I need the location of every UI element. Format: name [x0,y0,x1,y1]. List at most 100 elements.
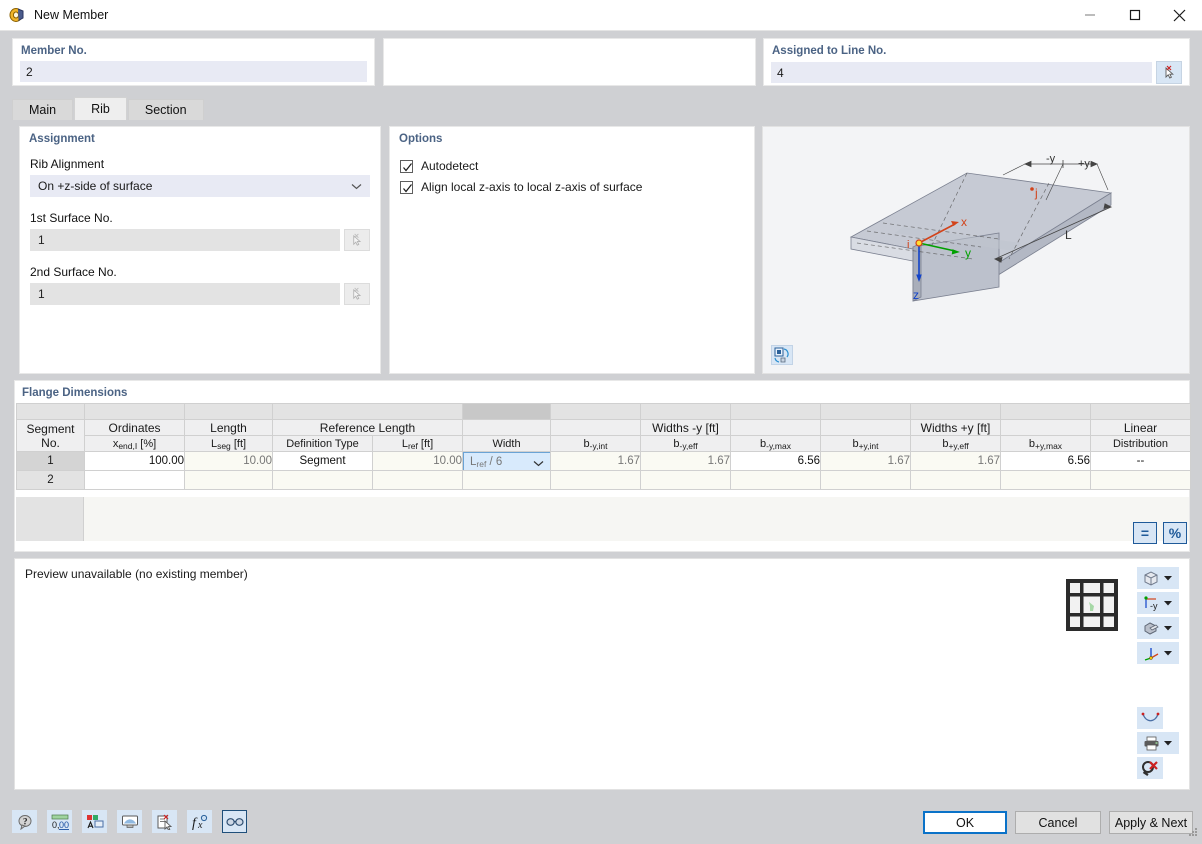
col-subheader-bpyint[interactable]: b+y,int [820,435,911,452]
checkbox-align-z-axis[interactable]: Align local z-axis to local z-axis of su… [400,180,754,194]
col-subheader-length[interactable]: Lseg [ft] [184,435,273,452]
close-button[interactable] [1157,0,1202,31]
row-header-2[interactable]: 2 [16,470,85,490]
cell-length-1[interactable]: 10.00 [184,451,273,471]
pick-cursor-icon[interactable] [1156,61,1182,84]
cell-bmyint-1[interactable]: 1.67 [550,451,641,471]
col-subheader-ordinates[interactable]: xend,I [%] [84,435,185,452]
tab-section[interactable]: Section [127,99,204,120]
width-dropdown-closed[interactable]: Lref / 6 [463,452,550,470]
cell-bmymax-2[interactable] [730,470,821,490]
rotate-view-icon[interactable] [771,345,793,365]
cell-bpyeff-2[interactable] [910,470,1001,490]
smooth-curve-button[interactable] [1137,707,1163,729]
col-subheader-linear-distribution[interactable]: Distribution [1090,435,1191,452]
display-properties-button[interactable] [82,810,107,833]
render-mode-button[interactable] [1137,567,1179,589]
cell-width-1[interactable]: Lref / 6 -- Lref / 6 Lref / 8 [462,451,551,471]
cell-bmyint-2[interactable] [550,470,641,490]
cell-linear-distribution-1[interactable]: -- [1090,451,1191,471]
col-group-widths-plus-y[interactable]: Widths +y [ft] [910,419,1001,436]
coordinate-system-button[interactable] [1137,642,1179,664]
assigned-line-input[interactable]: 4 [771,62,1152,83]
cell-bmyeff-1[interactable]: 1.67 [640,451,731,471]
view-direction-button[interactable]: -y [1137,592,1179,614]
checkmark-icon [400,159,413,173]
clear-selection-button[interactable] [1137,757,1163,779]
cell-bmymax-1[interactable]: 6.56 [730,451,821,471]
cube-icon [1144,570,1158,586]
table-row[interactable]: 2 [16,470,1191,490]
member-no-label: Member No. [21,45,87,57]
surface2-input[interactable]: 1 [30,283,340,305]
surface1-input[interactable]: 1 [30,229,340,251]
comment-button[interactable] [152,810,177,833]
col-subheader-bpyeff[interactable]: b+y,eff [910,435,1001,452]
cell-bpymax-1[interactable]: 6.56 [1000,451,1091,471]
col-subheader-bmyeff[interactable]: b-y,eff [640,435,731,452]
tab-rib[interactable]: Rib [74,97,127,120]
tab-main[interactable]: Main [12,99,74,120]
percent-button[interactable]: % [1163,522,1187,544]
ok-button[interactable]: OK [923,811,1007,834]
table-row[interactable]: 1 100.00 10.00 Segment 10.00 Lref / 6 1.… [16,451,1191,471]
magnifier-delete-icon [1142,761,1158,776]
col-subheader-width[interactable]: Width [462,435,551,452]
col-header-linear[interactable]: Linear [1090,419,1191,436]
col-subheader-bmyint[interactable]: b-y,int [550,435,641,452]
cell-bpyint-2[interactable] [820,470,911,490]
cell-definition-type-1[interactable]: Segment [272,451,373,471]
col-subheader-bmymax[interactable]: b-y,max [730,435,821,452]
cell-bpyeff-1[interactable]: 1.67 [910,451,1001,471]
checkbox-align-z-axis-label: Align local z-axis to local z-axis of su… [421,180,643,194]
function-icon: f x [192,814,207,830]
col-header-ordinates[interactable]: Ordinates [84,419,185,436]
spacer-cell [910,403,1001,420]
cell-bmyeff-2[interactable] [640,470,731,490]
col-group-widths-minus-y[interactable]: Widths -y [ft] [640,419,731,436]
col-subheader-lref[interactable]: Lref [ft] [372,435,463,452]
cell-lref-1[interactable]: 10.00 [372,451,463,471]
rib-preview-viewport[interactable]: -y +y L x y z i j [762,126,1190,374]
flange-dimensions-table[interactable]: Segment No. Ordinates Length Reference L… [16,403,1191,490]
preview-panel[interactable]: Preview unavailable (no existing member) [14,558,1190,790]
col-subheader-definition-type[interactable]: Definition Type [272,435,373,452]
spacer-cell [820,403,911,420]
equalize-button[interactable]: = [1133,522,1157,544]
row-header-1[interactable]: 1 [16,451,85,471]
rib-alignment-select[interactable]: On +z-side of surface [30,175,370,197]
cell-ordinates-2[interactable] [84,470,185,490]
view-mode-button[interactable] [117,810,142,833]
apply-next-button[interactable]: Apply & Next [1109,811,1193,834]
print-button[interactable] [1137,732,1179,754]
col-subheader-bpymax[interactable]: b+y,max [1000,435,1091,452]
assignment-title: Assignment [29,133,95,145]
cell-bpyint-1[interactable]: 1.67 [820,451,911,471]
cell-bpymax-2[interactable] [1000,470,1091,490]
display-style-button[interactable] [1137,617,1179,639]
col-group-reference-length[interactable]: Reference Length [272,419,463,436]
help-bubble-icon: ? [18,814,31,830]
help-button[interactable]: ? [12,810,37,833]
minimize-button[interactable] [1067,0,1112,31]
cell-ordinates-1[interactable]: 100.00 [84,451,185,471]
maximize-button[interactable] [1112,0,1157,31]
checkbox-autodetect[interactable]: Autodetect [400,159,754,173]
resize-grip[interactable] [1187,826,1199,841]
cancel-button[interactable]: Cancel [1015,811,1101,834]
cell-length-2[interactable] [184,470,273,490]
member-no-input[interactable]: 2 [20,61,367,82]
rib-alignment-label: Rib Alignment [30,157,105,171]
units-button[interactable]: 0, 00 [47,810,72,833]
cell-linear-distribution-2[interactable] [1090,470,1191,490]
visualization-button[interactable] [222,810,247,833]
col-header-segment[interactable]: Segment No. [16,419,85,452]
formula-button[interactable]: f x [187,810,212,833]
axis-y-icon: -y [1144,595,1158,611]
cell-width-2[interactable] [462,470,551,490]
title-bar: New Member [0,0,1202,31]
col-header-length[interactable]: Length [184,419,273,436]
cell-lref-2[interactable] [372,470,463,490]
svg-text:x: x [197,820,203,830]
cell-definition-type-2[interactable] [272,470,373,490]
